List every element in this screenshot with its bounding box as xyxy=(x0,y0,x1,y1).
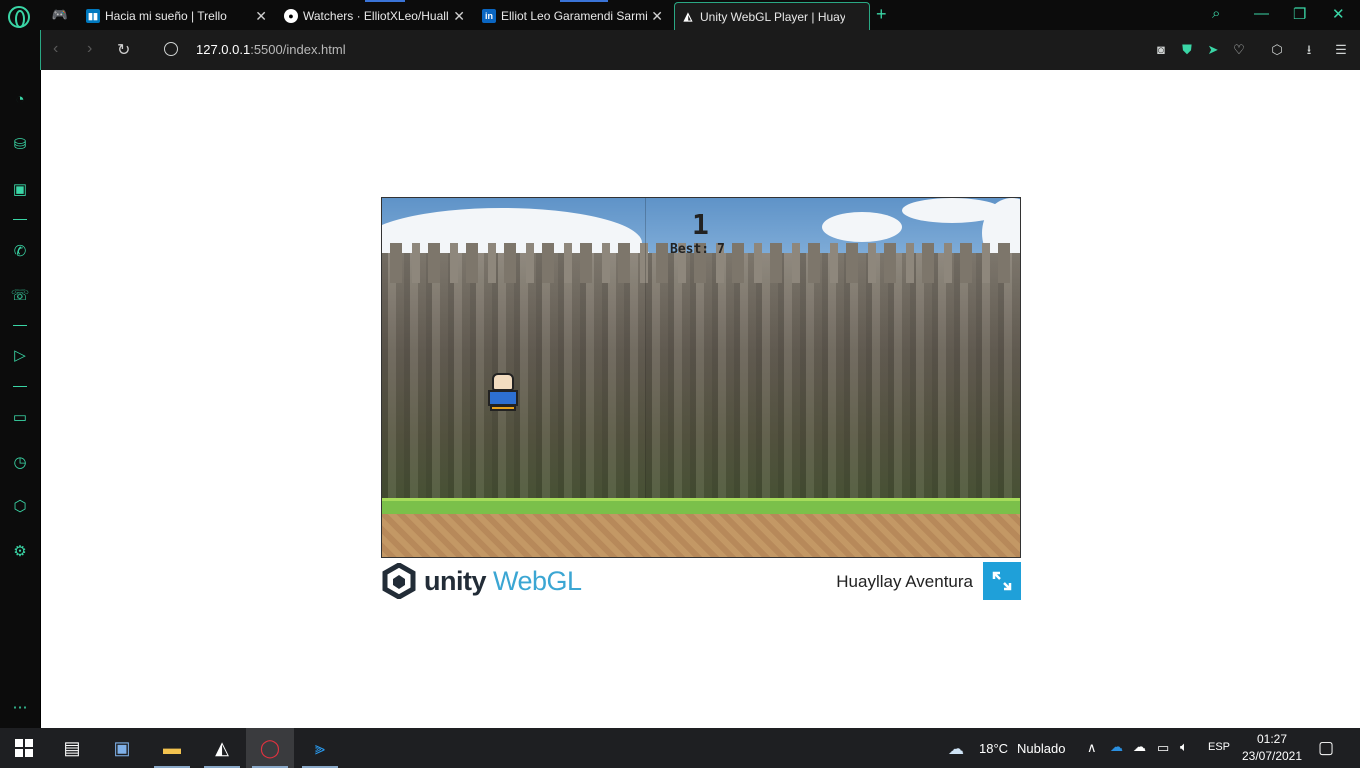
game-ground-dirt xyxy=(382,514,1020,557)
score-counter: 1 xyxy=(692,208,709,241)
sidebar-divider xyxy=(13,219,27,220)
system-clock[interactable]: 01:27 23/07/2021 xyxy=(1240,731,1304,765)
file-explorer-icon[interactable]: ▬ xyxy=(148,728,196,768)
language-indicator[interactable]: ESP xyxy=(1208,741,1230,753)
extensions-icon[interactable]: ⬡ xyxy=(10,497,30,517)
settings-icon[interactable]: ⚙ xyxy=(10,542,30,562)
vscode-icon[interactable]: ⫸ xyxy=(296,728,344,768)
chevron-up-icon[interactable]: ∧ xyxy=(1087,740,1097,756)
volume-icon[interactable]: 🔈︎ xyxy=(1180,739,1188,755)
site-info-icon[interactable] xyxy=(164,42,178,56)
gamepad-icon[interactable]: 🎮 xyxy=(50,6,70,24)
sidebar: ◔ ⛁ ▣ ✆ ☏ ▷ ▭ ◷ ⬡ ⚙ ⋯ xyxy=(0,30,40,728)
whatsapp-icon[interactable]: ☏ xyxy=(10,286,30,306)
unity-canvas[interactable]: 1 Best: 7 xyxy=(381,197,1021,558)
address-bar: ‹ › ↻ 127.0.0.1:5500/index.html ◙ ⛊ ➤ ♡ … xyxy=(40,30,1360,70)
sidebar-divider xyxy=(13,325,27,326)
fullscreen-button[interactable] xyxy=(983,562,1021,600)
tab-github[interactable]: ● Watchers · ElliotXLeo/Huall ✕ xyxy=(278,2,473,30)
minimize-icon[interactable]: — xyxy=(1254,5,1269,22)
tab-bar: 🎮 ▮▮ Hacia mi sueño | Trello ✕ ● Watcher… xyxy=(0,0,1360,30)
opera-gx-icon[interactable]: ◯ xyxy=(246,728,294,768)
heart-icon[interactable]: ♡ xyxy=(1231,42,1247,58)
game-background-rocks xyxy=(382,253,1020,498)
tab-linkedin[interactable]: in Elliot Leo Garamendi Sarmi ✕ xyxy=(476,2,671,30)
speed-dial-icon[interactable]: ◔ xyxy=(10,90,30,110)
player-character xyxy=(486,373,520,413)
player-icon[interactable]: ▷ xyxy=(10,346,30,366)
task-view-icon[interactable]: ▤ xyxy=(48,728,96,768)
clock-time: 01:27 xyxy=(1256,732,1288,746)
workspace-icon[interactable]: ⛁ xyxy=(10,135,30,155)
unity-footer: unity WebGL Huayllay Aventura xyxy=(381,560,1021,602)
game-ground-grass xyxy=(382,498,1020,514)
tab-title: Unity WebGL Player | Huayl xyxy=(700,9,845,24)
extensions-cube-icon[interactable]: ⬡ xyxy=(1269,42,1285,58)
onedrive-personal-icon[interactable]: ☁ xyxy=(1133,739,1146,755)
start-button[interactable] xyxy=(0,728,48,768)
tab-title: Watchers · ElliotXLeo/Huall xyxy=(303,9,449,23)
opera-menu-icon[interactable] xyxy=(8,6,30,28)
expand-icon xyxy=(992,571,1012,591)
notifications-icon[interactable]: ▢ xyxy=(1318,738,1334,758)
url-field[interactable]: 127.0.0.1:5500/index.html xyxy=(196,42,346,57)
messenger-icon[interactable]: ✆ xyxy=(10,242,30,262)
page-content: 1 Best: 7 unity WebGL Huayllay Aventura xyxy=(41,70,1360,728)
remote-desktop-icon[interactable]: ▣ xyxy=(98,728,146,768)
windows-taskbar: ▤ ▣ ▬ ◭ ◯ ⫸ ☁ 18°C Nublado ∧ ☁ ☁ ▭ 🔈︎ ES… xyxy=(0,728,1360,768)
new-tab-button[interactable]: + xyxy=(876,4,887,25)
send-icon[interactable]: ➤ xyxy=(1205,42,1221,58)
sidebar-divider xyxy=(13,386,27,387)
best-score: Best: 7 xyxy=(670,242,725,257)
linkedin-icon: in xyxy=(482,9,496,23)
search-tabs-icon[interactable]: ⌕ xyxy=(1212,5,1220,22)
close-icon[interactable]: ✕ xyxy=(651,8,663,25)
background-seam xyxy=(645,198,646,498)
more-icon[interactable]: ⋯ xyxy=(10,698,30,718)
trello-icon: ▮▮ xyxy=(86,9,100,23)
reload-icon[interactable]: ↻ xyxy=(117,40,130,60)
github-icon: ● xyxy=(284,9,298,23)
adblock-shield-icon[interactable]: ⛊ xyxy=(1179,42,1195,58)
snapshot-icon[interactable]: ▭ xyxy=(10,408,30,428)
cloud-weather-icon[interactable]: ☁ xyxy=(948,739,964,759)
close-icon[interactable]: ✕ xyxy=(453,8,465,25)
windows-logo-icon xyxy=(15,739,33,757)
close-window-icon[interactable]: ✕ xyxy=(1332,5,1345,23)
clock-date: 23/07/2021 xyxy=(1241,749,1303,763)
network-icon[interactable]: ▭ xyxy=(1157,740,1169,756)
history-icon[interactable]: ◷ xyxy=(10,453,30,473)
download-icon[interactable]: ⭳ xyxy=(1301,42,1317,58)
tab-unity[interactable]: ◭ Unity WebGL Player | Huayl xyxy=(674,2,870,30)
tab-title: Elliot Leo Garamendi Sarmi xyxy=(501,9,648,23)
tab-trello[interactable]: ▮▮ Hacia mi sueño | Trello ✕ xyxy=(80,2,275,30)
unity-icon: ◭ xyxy=(683,11,693,23)
weather-temp[interactable]: 18°C xyxy=(979,741,1008,756)
unity-logo-icon xyxy=(382,563,416,599)
easy-setup-icon[interactable]: ☰ xyxy=(1333,42,1349,58)
unity-wordmark: unity xyxy=(424,566,487,596)
close-icon[interactable]: ✕ xyxy=(255,8,267,25)
restore-icon[interactable]: ❐ xyxy=(1293,5,1306,23)
camera-icon[interactable]: ◙ xyxy=(1153,42,1169,58)
webgl-wordmark: WebGL xyxy=(493,566,582,596)
cloud xyxy=(822,212,902,242)
tab-title: Hacia mi sueño | Trello xyxy=(105,9,227,23)
onedrive-icon[interactable]: ☁ xyxy=(1110,739,1123,755)
game-title: Huayllay Aventura xyxy=(836,572,973,591)
unity-hub-icon[interactable]: ◭ xyxy=(198,728,246,768)
weather-desc[interactable]: Nublado xyxy=(1017,741,1065,756)
twitch-icon[interactable]: ▣ xyxy=(10,180,30,200)
forward-icon[interactable]: › xyxy=(87,40,92,58)
back-icon[interactable]: ‹ xyxy=(53,40,58,58)
